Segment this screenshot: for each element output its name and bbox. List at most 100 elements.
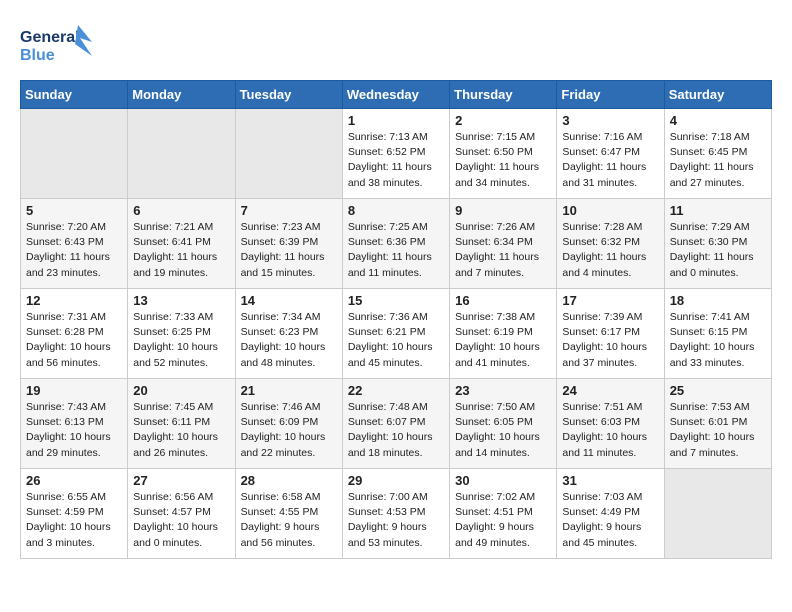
calendar-cell: 23 Sunrise: 7:50 AMSunset: 6:05 PMDayligh… — [450, 379, 557, 469]
day-info: Sunrise: 7:18 AMSunset: 6:45 PMDaylight:… — [670, 130, 766, 191]
calendar-cell — [235, 109, 342, 199]
day-number: 26 — [26, 473, 122, 488]
day-info: Sunrise: 7:15 AMSunset: 6:50 PMDaylight:… — [455, 130, 551, 191]
calendar-cell: 4 Sunrise: 7:18 AMSunset: 6:45 PMDaylight… — [664, 109, 771, 199]
weekday-header: Tuesday — [235, 81, 342, 109]
calendar-cell: 24 Sunrise: 7:51 AMSunset: 6:03 PMDayligh… — [557, 379, 664, 469]
day-number: 16 — [455, 293, 551, 308]
day-info: Sunrise: 7:26 AMSunset: 6:34 PMDaylight:… — [455, 220, 551, 281]
day-number: 7 — [241, 203, 337, 218]
weekday-header: Sunday — [21, 81, 128, 109]
calendar-cell: 28 Sunrise: 6:58 AMSunset: 4:55 PMDayligh… — [235, 469, 342, 559]
day-info: Sunrise: 7:50 AMSunset: 6:05 PMDaylight:… — [455, 400, 551, 461]
day-info: Sunrise: 7:21 AMSunset: 6:41 PMDaylight:… — [133, 220, 229, 281]
day-number: 21 — [241, 383, 337, 398]
day-info: Sunrise: 6:56 AMSunset: 4:57 PMDaylight:… — [133, 490, 229, 551]
calendar-cell: 17Sunrise: 7:39 AMSunset: 6:17 PMDayligh… — [557, 289, 664, 379]
day-number: 31 — [562, 473, 658, 488]
calendar-cell: 22 Sunrise: 7:48 AMSunset: 6:07 PMDayligh… — [342, 379, 449, 469]
calendar-cell: 29 Sunrise: 7:00 AMSunset: 4:53 PMDayligh… — [342, 469, 449, 559]
day-info: Sunrise: 7:29 AMSunset: 6:30 PMDaylight:… — [670, 220, 766, 281]
day-info: Sunrise: 7:51 AMSunset: 6:03 PMDaylight:… — [562, 400, 658, 461]
day-info: Sunrise: 7:28 AMSunset: 6:32 PMDaylight:… — [562, 220, 658, 281]
weekday-header: Monday — [128, 81, 235, 109]
day-info: Sunrise: 7:16 AMSunset: 6:47 PMDaylight:… — [562, 130, 658, 191]
day-number: 14 — [241, 293, 337, 308]
calendar-cell: 1Sunrise: 7:13 AMSunset: 6:52 PMDaylight… — [342, 109, 449, 199]
day-info: Sunrise: 7:53 AMSunset: 6:01 PMDaylight:… — [670, 400, 766, 461]
day-info: Sunrise: 7:33 AMSunset: 6:25 PMDaylight:… — [133, 310, 229, 371]
day-number: 30 — [455, 473, 551, 488]
day-info: Sunrise: 7:25 AMSunset: 6:36 PMDaylight:… — [348, 220, 444, 281]
calendar-cell: 9 Sunrise: 7:26 AMSunset: 6:34 PMDaylight… — [450, 199, 557, 289]
svg-text:Blue: Blue — [20, 47, 55, 64]
day-number: 5 — [26, 203, 122, 218]
calendar-cell: 20 Sunrise: 7:45 AMSunset: 6:11 PMDayligh… — [128, 379, 235, 469]
day-info: Sunrise: 7:03 AMSunset: 4:49 PMDaylight:… — [562, 490, 658, 551]
calendar-cell: 16 Sunrise: 7:38 AMSunset: 6:19 PMDayligh… — [450, 289, 557, 379]
day-number: 27 — [133, 473, 229, 488]
day-info: Sunrise: 6:58 AMSunset: 4:55 PMDaylight:… — [241, 490, 337, 551]
day-number: 22 — [348, 383, 444, 398]
day-info: Sunrise: 7:00 AMSunset: 4:53 PMDaylight:… — [348, 490, 444, 551]
day-number: 23 — [455, 383, 551, 398]
day-number: 25 — [670, 383, 766, 398]
calendar-cell — [664, 469, 771, 559]
day-number: 10 — [562, 203, 658, 218]
calendar-cell: 11 Sunrise: 7:29 AMSunset: 6:30 PMDayligh… — [664, 199, 771, 289]
day-number: 6 — [133, 203, 229, 218]
day-number: 20 — [133, 383, 229, 398]
calendar-cell: 25 Sunrise: 7:53 AMSunset: 6:01 PMDayligh… — [664, 379, 771, 469]
day-number: 19 — [26, 383, 122, 398]
logo-svg: GeneralBlue — [20, 20, 100, 70]
day-info: Sunrise: 7:31 AMSunset: 6:28 PMDaylight:… — [26, 310, 122, 371]
day-number: 8 — [348, 203, 444, 218]
day-info: Sunrise: 7:45 AMSunset: 6:11 PMDaylight:… — [133, 400, 229, 461]
calendar-cell — [128, 109, 235, 199]
weekday-header-row: SundayMondayTuesdayWednesdayThursdayFrid… — [21, 81, 772, 109]
calendar-week-row: 12 Sunrise: 7:31 AMSunset: 6:28 PMDayligh… — [21, 289, 772, 379]
day-number: 29 — [348, 473, 444, 488]
day-number: 11 — [670, 203, 766, 218]
day-number: 24 — [562, 383, 658, 398]
day-info: Sunrise: 7:38 AMSunset: 6:19 PMDaylight:… — [455, 310, 551, 371]
calendar-cell: 21 Sunrise: 7:46 AMSunset: 6:09 PMDayligh… — [235, 379, 342, 469]
day-info: Sunrise: 7:48 AMSunset: 6:07 PMDaylight:… — [348, 400, 444, 461]
day-number: 2 — [455, 113, 551, 128]
weekday-header: Saturday — [664, 81, 771, 109]
day-info: Sunrise: 6:55 AMSunset: 4:59 PMDaylight:… — [26, 490, 122, 551]
day-number: 12 — [26, 293, 122, 308]
day-info: Sunrise: 7:13 AMSunset: 6:52 PMDaylight:… — [348, 130, 444, 191]
calendar-week-row: 26 Sunrise: 6:55 AMSunset: 4:59 PMDayligh… — [21, 469, 772, 559]
calendar-table: SundayMondayTuesdayWednesdayThursdayFrid… — [20, 80, 772, 559]
day-info: Sunrise: 7:39 AMSunset: 6:17 PMDaylight:… — [562, 310, 658, 371]
day-number: 13 — [133, 293, 229, 308]
calendar-cell: 2 Sunrise: 7:15 AMSunset: 6:50 PMDaylight… — [450, 109, 557, 199]
day-info: Sunrise: 7:41 AMSunset: 6:15 PMDaylight:… — [670, 310, 766, 371]
calendar-cell: 7 Sunrise: 7:23 AMSunset: 6:39 PMDaylight… — [235, 199, 342, 289]
calendar-cell: 8 Sunrise: 7:25 AMSunset: 6:36 PMDaylight… — [342, 199, 449, 289]
day-info: Sunrise: 7:02 AMSunset: 4:51 PMDaylight:… — [455, 490, 551, 551]
day-number: 28 — [241, 473, 337, 488]
calendar-cell: 6 Sunrise: 7:21 AMSunset: 6:41 PMDaylight… — [128, 199, 235, 289]
calendar-cell: 30 Sunrise: 7:02 AMSunset: 4:51 PMDayligh… — [450, 469, 557, 559]
day-info: Sunrise: 7:23 AMSunset: 6:39 PMDaylight:… — [241, 220, 337, 281]
day-number: 18 — [670, 293, 766, 308]
day-info: Sunrise: 7:20 AMSunset: 6:43 PMDaylight:… — [26, 220, 122, 281]
calendar-cell: 26 Sunrise: 6:55 AMSunset: 4:59 PMDayligh… — [21, 469, 128, 559]
calendar-cell: 19 Sunrise: 7:43 AMSunset: 6:13 PMDayligh… — [21, 379, 128, 469]
calendar-cell: 10 Sunrise: 7:28 AMSunset: 6:32 PMDayligh… — [557, 199, 664, 289]
day-info: Sunrise: 7:43 AMSunset: 6:13 PMDaylight:… — [26, 400, 122, 461]
day-number: 15 — [348, 293, 444, 308]
day-number: 4 — [670, 113, 766, 128]
day-number: 3 — [562, 113, 658, 128]
calendar-cell: 5 Sunrise: 7:20 AMSunset: 6:43 PMDaylight… — [21, 199, 128, 289]
calendar-cell — [21, 109, 128, 199]
day-number: 9 — [455, 203, 551, 218]
calendar-week-row: 1Sunrise: 7:13 AMSunset: 6:52 PMDaylight… — [21, 109, 772, 199]
calendar-cell: 31 Sunrise: 7:03 AMSunset: 4:49 PMDayligh… — [557, 469, 664, 559]
calendar-week-row: 19 Sunrise: 7:43 AMSunset: 6:13 PMDayligh… — [21, 379, 772, 469]
day-info: Sunrise: 7:36 AMSunset: 6:21 PMDaylight:… — [348, 310, 444, 371]
day-info: Sunrise: 7:46 AMSunset: 6:09 PMDaylight:… — [241, 400, 337, 461]
calendar-cell: 13 Sunrise: 7:33 AMSunset: 6:25 PMDayligh… — [128, 289, 235, 379]
